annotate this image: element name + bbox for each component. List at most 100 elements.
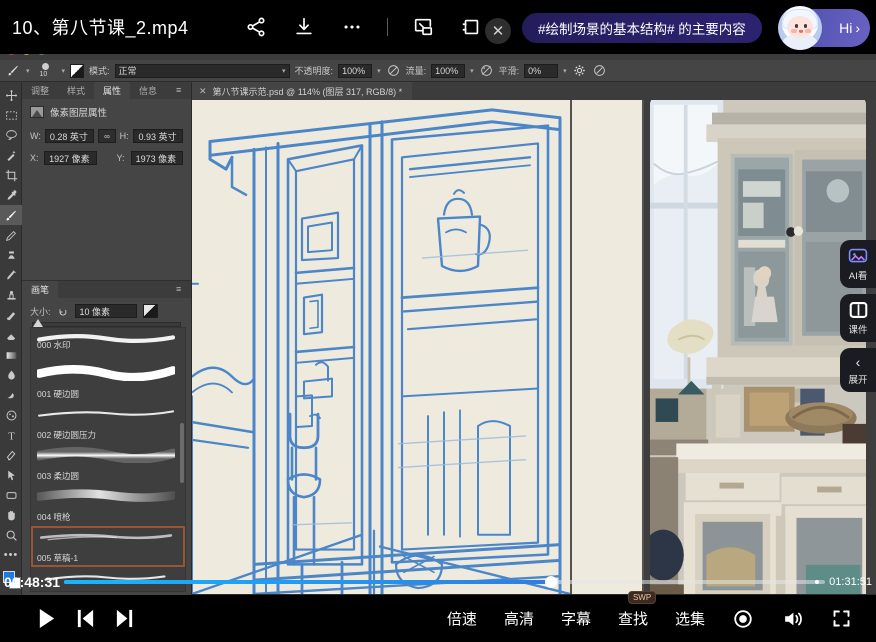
courseware-icon [848,301,868,319]
brush-tool[interactable] [0,205,22,225]
window-mode-icon[interactable] [458,14,484,40]
artboard[interactable] [192,100,570,594]
list-item[interactable]: 002 硬边圆压力 [31,403,185,444]
share-icon[interactable] [243,14,269,40]
brush-preset-caret[interactable]: ▾ [62,67,66,75]
brush-size-input[interactable]: 10 像素 [75,304,137,318]
expand-button[interactable]: ‹ 展开 [840,348,876,392]
progress-bar[interactable] [64,580,825,584]
width-input[interactable]: 0.28 英寸 [45,129,95,143]
brush-panel-menu-icon[interactable]: ≡ [176,285,186,294]
link-dimensions-button[interactable]: ∞ [98,129,115,143]
assistant-greeting-button[interactable]: Hi › [782,9,870,47]
panel-menu-icon[interactable]: ≡ [176,86,186,95]
flow-label: 流量: [406,64,427,77]
tab-styles[interactable]: 样式 [58,82,94,99]
tab-adjustments[interactable]: 调整 [22,82,58,99]
speed-button[interactable]: 倍速 [447,608,477,629]
tab-info[interactable]: 信息 [130,82,166,99]
stamp-tool[interactable] [0,285,22,305]
next-episode-icon[interactable] [114,607,135,630]
airbrush-icon[interactable] [479,63,494,78]
brush-size-slider-thumb[interactable] [33,319,43,327]
gear-icon[interactable] [572,63,587,78]
close-icon[interactable]: ✕ [485,18,511,44]
height-label: H: [120,131,130,141]
shape-tool[interactable] [0,485,22,505]
courseware-button[interactable]: 课件 [840,294,876,342]
opacity-input[interactable]: 100% [338,64,372,78]
history-brush-tool[interactable] [0,265,22,285]
document-tab[interactable]: ✕ 第八节课示范.psd @ 114% (图层 317, RGB/8) * [192,82,412,100]
clone-stamp-tool[interactable] [0,245,22,265]
list-item[interactable]: 004 喷枪 [31,485,185,526]
list-item[interactable]: 003 柔边圆 [31,444,185,485]
play-icon[interactable] [36,607,57,630]
tab-properties[interactable]: 属性 [94,82,130,99]
list-item[interactable]: 005 草稿-1 [31,526,185,567]
brush-preset-list[interactable]: 000 水印 001 硬边圆 002 硬边圆压力 [30,327,186,592]
marquee-tool[interactable] [0,105,22,125]
x-input[interactable]: 1927 像素 [44,151,96,165]
y-input[interactable]: 1973 像素 [131,151,183,165]
more-icon[interactable] [339,14,365,40]
brush-size-preview[interactable]: 10 [35,62,57,80]
brush-size-label: 大小: [30,305,51,318]
eraser-tool[interactable] [0,325,22,345]
hand-tool[interactable] [0,505,22,525]
height-input[interactable]: 0.93 英寸 [133,129,183,143]
edit-brush-icon[interactable] [143,304,158,318]
type-tool[interactable]: T [0,425,22,445]
subtitle-button[interactable]: 字幕 [561,608,591,629]
opacity-caret[interactable]: ▾ [377,67,381,75]
more-tools[interactable]: ••• [0,545,22,565]
hashtag-chip[interactable]: #绘制场景的基本结构# 的主要内容 [522,13,762,43]
sketch-artwork [192,100,570,594]
move-tool[interactable] [0,85,22,105]
smoothing-caret[interactable]: ▾ [563,67,567,75]
search-button[interactable]: SWP 查找 [618,608,648,629]
lasso-tool[interactable] [0,125,22,145]
volume-icon[interactable] [781,608,804,630]
magic-wand-tool[interactable] [0,145,22,165]
settings-icon[interactable] [732,608,754,630]
blur-tool[interactable] [0,365,22,385]
brush-tool-caret[interactable]: ▾ [26,67,30,75]
picture-in-picture-icon[interactable] [410,14,436,40]
flow-caret[interactable]: ▾ [470,67,474,75]
reset-icon[interactable] [57,305,69,317]
download-icon[interactable] [291,14,317,40]
smoothing-input[interactable]: 0% [524,64,558,78]
tablet-pressure-icon[interactable] [592,63,607,78]
healing-brush-tool[interactable] [0,305,22,325]
brush-preset-icon[interactable] [70,64,84,78]
episodes-button[interactable]: 选集 [675,608,705,629]
width-value: 0.28 英寸 [50,130,88,143]
brush-tool-icon[interactable] [6,63,21,78]
crop-tool[interactable] [0,165,22,185]
gradient-tool[interactable] [0,345,22,365]
dodge-tool[interactable] [0,385,22,405]
eyedropper-tool[interactable] [0,185,22,205]
blend-mode-select[interactable]: 正常 ▾ [115,64,290,78]
list-item[interactable]: 000 水印 [31,328,185,350]
tab-brush[interactable]: 画笔 [22,281,58,298]
previous-episode-icon[interactable] [75,607,96,630]
quality-button[interactable]: 高清 [504,608,534,629]
zoom-tool[interactable] [0,525,22,545]
pen-tool[interactable] [0,445,22,465]
list-item[interactable]: 001 硬边圆 [31,362,185,403]
fullscreen-icon[interactable] [831,608,852,629]
pencil-tool[interactable] [0,225,22,245]
pressure-opacity-icon[interactable] [386,63,401,78]
photoshop-window: Adobe Photoshop CC 2018 ▾ 10 ▾ 模式: 正常 ▾ … [0,40,876,620]
path-selection-tool[interactable] [0,465,22,485]
sponge-tool[interactable] [0,405,22,425]
progress-knob[interactable] [545,576,557,588]
brush-list-scrollbar[interactable] [180,423,184,483]
close-icon[interactable]: ✕ [199,86,207,97]
ai-watch-button[interactable]: AI看 [840,240,876,288]
progress-chapter-dot[interactable] [815,580,819,584]
canvas-area[interactable] [192,100,876,594]
flow-input[interactable]: 100% [431,64,465,78]
